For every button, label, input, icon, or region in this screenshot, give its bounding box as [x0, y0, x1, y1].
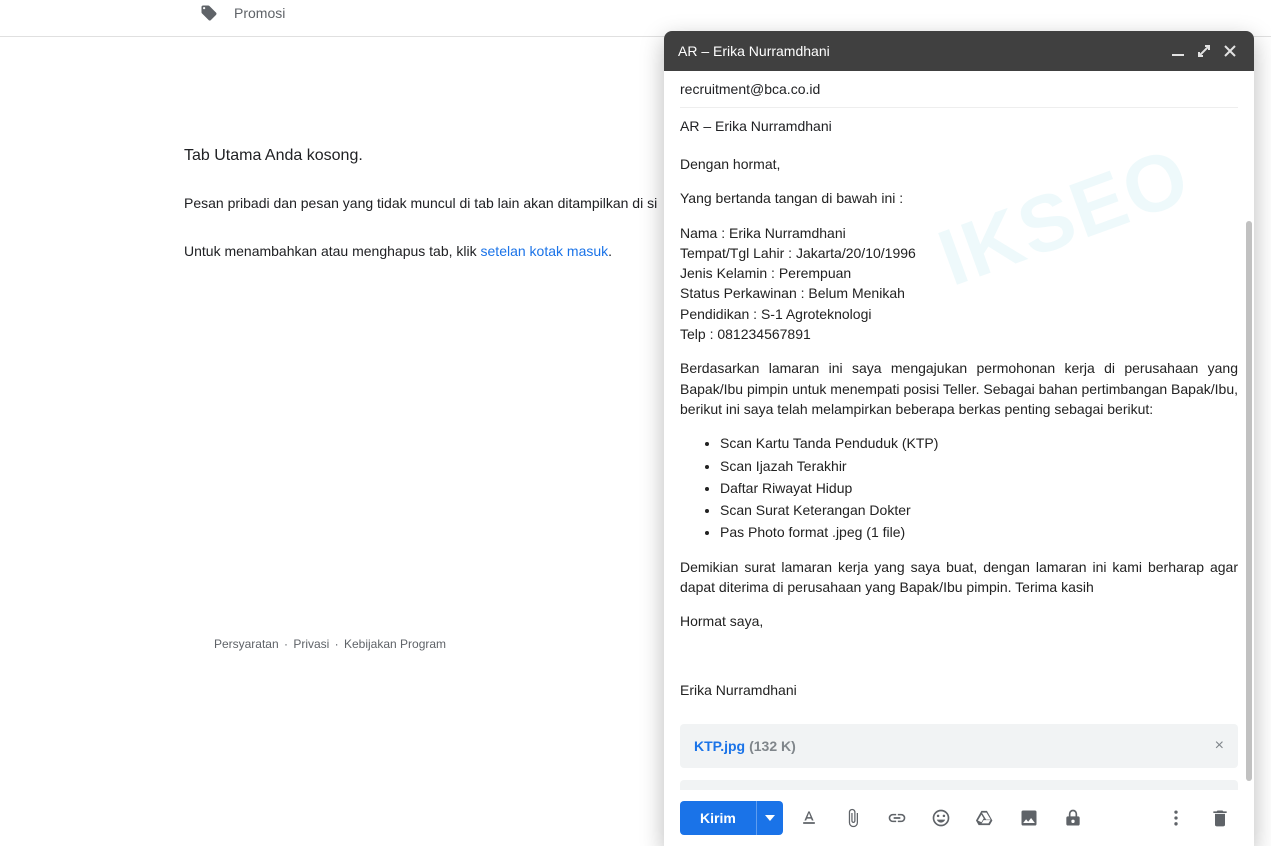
compose-body-text[interactable]: Dengan hormat, Yang bertanda tangan di b…	[664, 144, 1254, 724]
attachment-item[interactable]: KTP.jpg (132 K) ×	[680, 724, 1238, 768]
compose-title: AR – Erika Nurramdhani	[678, 43, 1162, 59]
image-icon[interactable]	[1019, 808, 1039, 828]
compose-header: AR – Erika Nurramdhani	[664, 31, 1254, 71]
tab-promosi[interactable]: Promosi	[180, 0, 305, 26]
subject-input[interactable]	[680, 118, 1238, 134]
footer-links: Persyaratan · Privasi · Kebijakan Progra…	[0, 637, 660, 651]
more-options-icon[interactable]	[1166, 808, 1186, 828]
scrollbar-thumb[interactable]	[1246, 221, 1252, 781]
attachments: KTP.jpg (132 K) × Ijazah.jpg (132 K) × D…	[664, 724, 1254, 790]
compose-window: AR – Erika Nurramdhani IKSEO Dengan horm…	[664, 31, 1254, 846]
footer-privacy[interactable]: Privasi	[293, 637, 329, 651]
minimize-icon[interactable]	[1168, 41, 1188, 61]
confidential-icon[interactable]	[1063, 808, 1083, 828]
attach-icon[interactable]	[843, 808, 863, 828]
compose-toolbar: Kirim	[664, 790, 1254, 846]
tab-label: Promosi	[234, 5, 285, 21]
footer-terms[interactable]: Persyaratan	[214, 637, 279, 651]
discard-icon[interactable]	[1210, 808, 1230, 828]
inbox-settings-link[interactable]: setelan kotak masuk	[481, 243, 609, 259]
footer-program-policy[interactable]: Kebijakan Program	[344, 637, 446, 651]
to-input[interactable]	[680, 81, 1238, 97]
close-icon[interactable]	[1220, 41, 1240, 61]
attachment-item[interactable]: Ijazah.jpg (132 K) ×	[680, 780, 1238, 790]
remove-attachment-icon[interactable]: ×	[1215, 737, 1224, 755]
send-options-button[interactable]	[756, 801, 783, 835]
fullscreen-icon[interactable]	[1194, 41, 1214, 61]
link-icon[interactable]	[887, 808, 907, 828]
send-button[interactable]: Kirim	[680, 801, 756, 835]
compose-body: IKSEO Dengan hormat, Yang bertanda tanga…	[664, 71, 1254, 790]
subject-field[interactable]	[680, 107, 1238, 144]
drive-icon[interactable]	[975, 808, 995, 828]
tag-icon	[200, 4, 218, 22]
emoji-icon[interactable]	[931, 808, 951, 828]
format-icon[interactable]	[799, 808, 819, 828]
to-field[interactable]	[664, 71, 1254, 107]
